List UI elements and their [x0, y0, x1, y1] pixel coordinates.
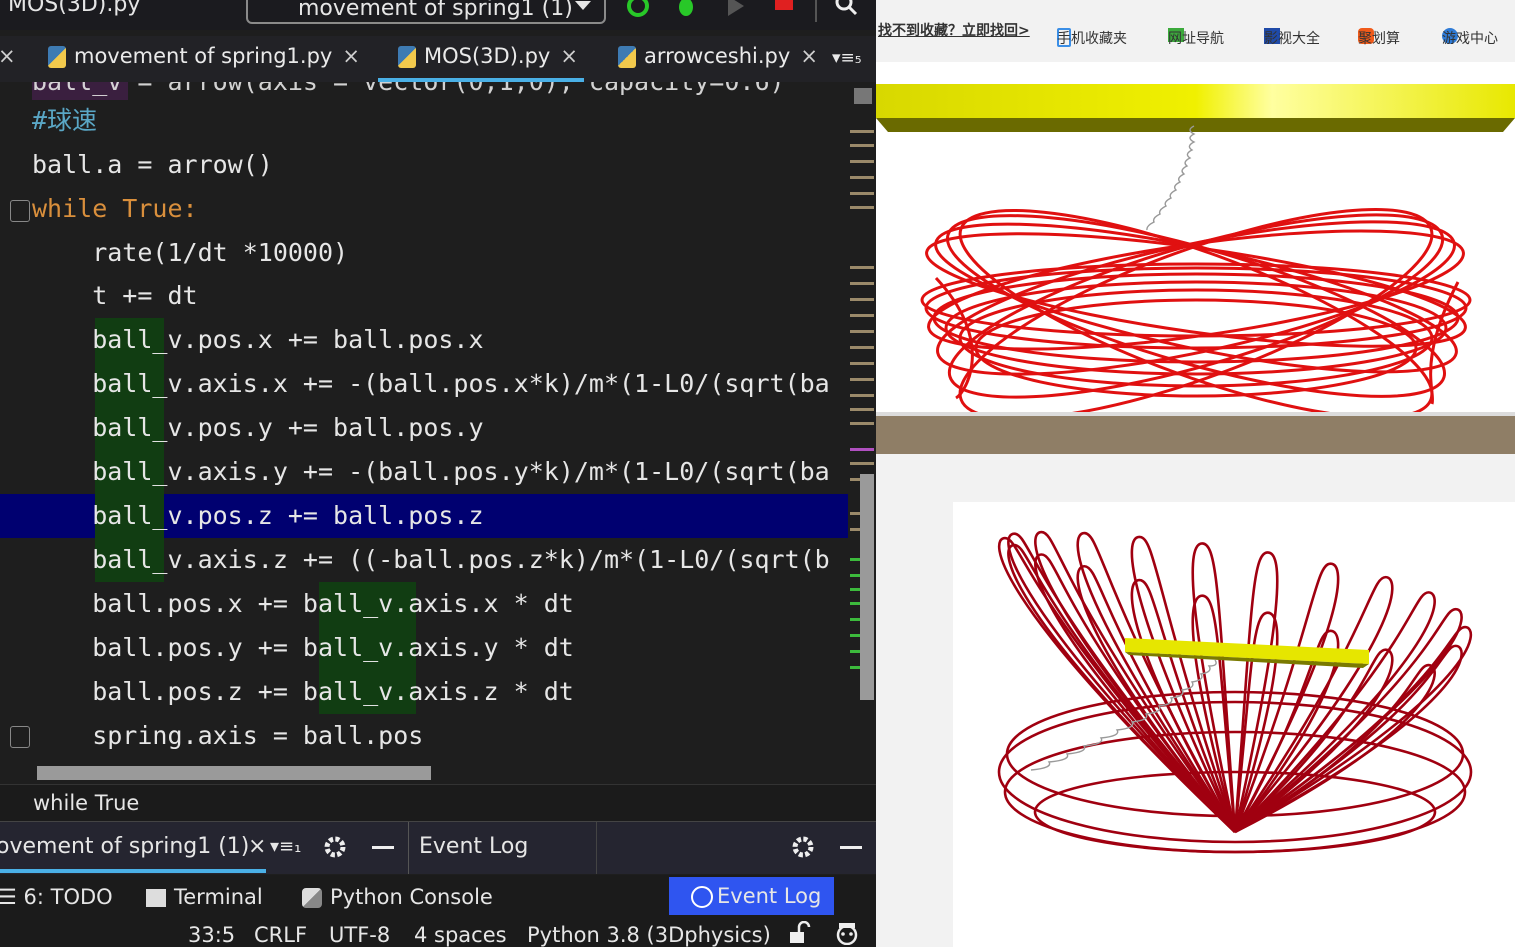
code-line-7: ball_v.pos.x += ball.pos.x [32, 325, 484, 354]
line-separator[interactable]: CRLF [254, 923, 307, 947]
code-line-9: ball_v.pos.y += ball.pos.y [32, 413, 484, 442]
ide-toolbar: MOS(3D).py movement of spring1 (1) [0, 0, 876, 30]
gear-icon[interactable] [322, 834, 348, 860]
tab-overflow-menu[interactable]: ▾≡₅ [832, 48, 862, 82]
minimize-icon[interactable] [372, 846, 394, 849]
debug-bug-icon[interactable] [674, 0, 698, 18]
run-tab-overflow[interactable]: ▾≡₁ [270, 836, 301, 857]
project-title: MOS(3D).py [8, 0, 141, 17]
ball-trajectory-petals [997, 530, 1473, 834]
tab-movement-of-spring1[interactable]: movement of spring1.py × [48, 44, 360, 78]
ceiling-slab [876, 84, 1515, 118]
minimize-icon[interactable] [840, 846, 862, 849]
fold-end-marker-icon[interactable] [10, 726, 30, 748]
file-encoding[interactable]: UTF-8 [329, 923, 390, 947]
tab-label: MOS(3D).py [424, 44, 551, 68]
close-icon[interactable]: × [560, 44, 578, 68]
code-line-11: ball_v.pos.z += ball.pos.z [32, 501, 484, 530]
panel-divider [596, 822, 597, 874]
editor-tabs: × movement of spring1.py × MOS(3D).py × ar… [0, 36, 876, 83]
ceiling-slab-edge [876, 118, 1515, 132]
breadcrumb[interactable]: while True [0, 784, 876, 821]
close-icon[interactable]: × [342, 44, 360, 68]
python-interpreter[interactable]: Python 3.8 (3Dphysics) [527, 923, 771, 947]
code-line-3: ball.a = arrow() [32, 150, 273, 179]
python-file-icon [398, 46, 416, 68]
list-icon: ☰ [0, 885, 24, 909]
event-log-panel-title: Event Log [419, 834, 529, 859]
rerun-icon[interactable] [626, 0, 650, 18]
run-tool-window-header: ovement of spring1 (1) × ▾≡₁ Event Log [0, 821, 876, 874]
ide-window: MOS(3D).py movement of spring1 (1) × mov… [0, 0, 876, 947]
horizontal-scrollbar[interactable] [37, 766, 431, 780]
tab-mos-3d[interactable]: MOS(3D).py × [378, 44, 584, 82]
tab-label: movement of spring1.py [74, 44, 333, 68]
tool-window-bar: ☰ 6: TODO Terminal Python Console Event … [0, 875, 876, 919]
floor-slab [876, 416, 1515, 454]
bookmarks-bar: 找不到收藏？立即找回> 手机收藏夹 网址导航 影视大全 聚划算 游戏中心 [876, 12, 1515, 48]
code-line-14: ball.pos.y += ball_v.axis.y * dt [32, 633, 574, 662]
toolbar-divider [815, 0, 817, 22]
status-bar: 33:5 CRLF UTF-8 4 spaces Python 3.8 (3Dp… [0, 919, 876, 947]
code-line-8: ball_v.axis.x += -(ball.pos.x*k)/m*(1-L0… [32, 369, 830, 398]
chat-bubble-icon [691, 886, 713, 908]
code-line-13: ball.pos.x += ball_v.axis.x * dt [32, 589, 574, 618]
chevron-down-icon [575, 1, 591, 10]
python-file-icon [618, 46, 636, 68]
spring-simulation-scene-1 [876, 84, 1515, 421]
close-icon[interactable]: × [800, 44, 818, 68]
code-line-16: spring.axis = ball.pos [32, 721, 424, 750]
truncated-tab-close[interactable]: × [0, 44, 16, 78]
ball-trajectory [920, 207, 1472, 421]
search-icon[interactable] [834, 0, 858, 18]
spring-coil [1146, 125, 1196, 231]
event-log-button[interactable]: Event Log [669, 877, 834, 915]
code-line-15: ball.pos.z += ball_v.axis.z * dt [32, 677, 574, 706]
gear-icon[interactable] [790, 834, 816, 860]
browser-window: 找不到收藏？立即找回> 手机收藏夹 网址导航 影视大全 聚划算 游戏中心 [876, 0, 1515, 947]
code-line-4: while True: [32, 194, 198, 223]
todo-button[interactable]: ☰ 6: TODO [0, 881, 113, 913]
tab-label: arrowceshi.py [644, 44, 791, 68]
code-line-10: ball_v.axis.y += -(ball.pos.y*k)/m*(1-L0… [32, 457, 830, 486]
python-file-icon [48, 46, 66, 68]
lock-open-icon[interactable] [787, 921, 811, 945]
python-icon [302, 888, 322, 908]
fold-marker-icon[interactable] [10, 200, 30, 222]
code-line-12: ball_v.axis.z += ((-ball.pos.z*k)/m*(1-L… [32, 545, 830, 574]
vpython-canvas-top[interactable] [876, 62, 1515, 421]
bookmark-recover[interactable]: 找不到收藏？立即找回> [878, 20, 1030, 40]
run-configuration-select[interactable]: movement of spring1 (1) [246, 0, 606, 24]
terminal-icon [146, 889, 166, 907]
run-with-coverage-icon[interactable] [724, 0, 748, 18]
run-config-label: movement of spring1 (1) [298, 0, 573, 21]
code-line-5: rate(1/dt *10000) [32, 238, 349, 267]
caret-position[interactable]: 33:5 [188, 923, 235, 947]
editor-marker-gutter[interactable] [848, 82, 876, 702]
spring-simulation-scene-2 [997, 530, 1473, 854]
stop-icon[interactable] [772, 0, 796, 18]
code-editor[interactable]: ball_v = arrow(axis = vector(0,1,0), cap… [0, 82, 876, 782]
code-line-6: t += dt [32, 281, 198, 310]
code-line-2: #球速 [32, 106, 98, 135]
inspector-face-icon[interactable] [834, 921, 860, 945]
tab-arrowceshi[interactable]: arrowceshi.py × [618, 44, 818, 78]
python-console-button[interactable]: Python Console [302, 881, 493, 913]
terminal-button[interactable]: Terminal [146, 881, 263, 913]
indent-setting[interactable]: 4 spaces [414, 923, 507, 947]
run-tab-label[interactable]: ovement of spring1 (1) [0, 834, 249, 859]
close-icon[interactable]: × [248, 834, 266, 859]
vpython-canvas-bottom[interactable] [953, 502, 1515, 947]
active-tab-indicator [0, 869, 266, 873]
error-stripe-markers [850, 88, 874, 700]
panel-divider [408, 822, 409, 874]
browser-chrome-edge [876, 0, 1515, 10]
